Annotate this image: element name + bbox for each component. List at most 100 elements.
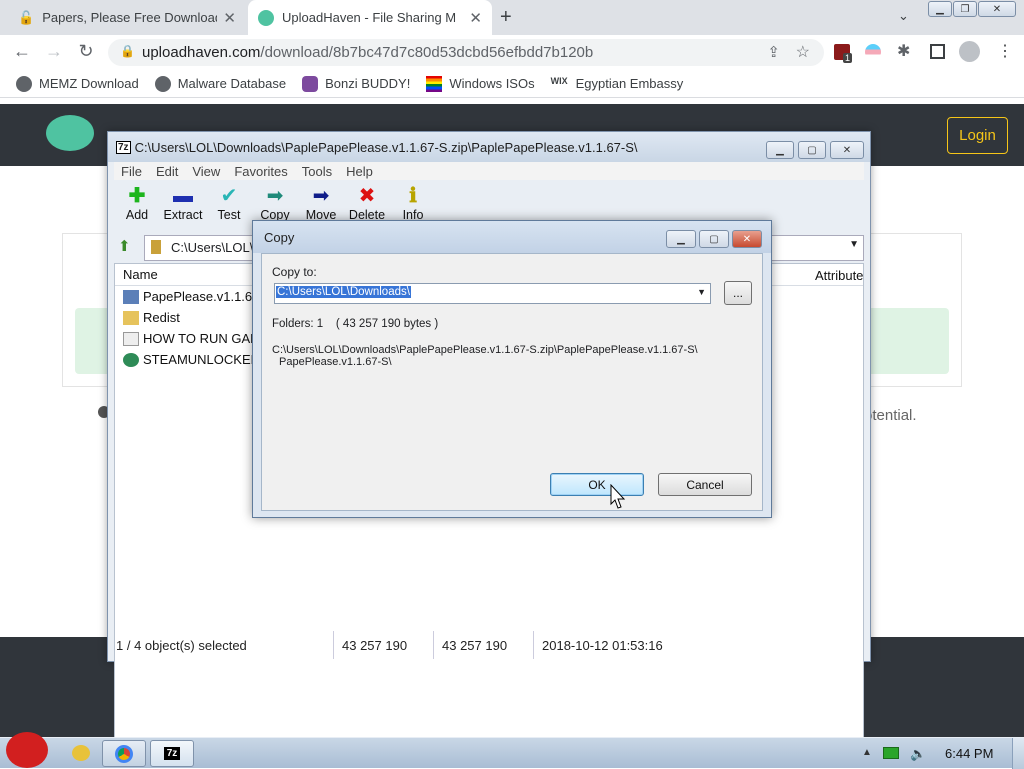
status-size: 43 257 190 [334, 631, 434, 659]
bookmark-malware-db[interactable]: Malware Database [154, 75, 287, 92]
extract-label: Extract [163, 208, 203, 222]
maximize-window-button[interactable]: ❐ [953, 1, 977, 17]
column-name[interactable]: Name [123, 267, 158, 282]
bookmark-egyptian-embassy[interactable]: WIX Egyptian Embassy [551, 76, 684, 92]
copy-arrow-icon: ➡ [266, 185, 284, 207]
tab-title: Papers, Please Free Download [42, 10, 218, 25]
bookmark-label: Bonzi BUDDY! [325, 76, 411, 91]
move-button[interactable]: ➡ Move [297, 184, 345, 222]
start-angry-bird-icon[interactable] [6, 732, 48, 768]
cancel-button[interactable]: Cancel [658, 473, 752, 496]
chrome-taskbar-button[interactable] [102, 740, 146, 767]
destination-path: C:\Users\LOL\Downloads\ [276, 286, 411, 298]
menu-kebab-icon[interactable]: ⋮ [997, 41, 1013, 61]
tray-expand-icon[interactable]: ▲ [862, 747, 872, 758]
delete-button[interactable]: ✖ Delete [343, 184, 391, 222]
menu-view[interactable]: View [192, 164, 220, 179]
copy-to-label: Copy to: [272, 265, 317, 279]
combobox-arrow-icon[interactable]: ▼ [697, 287, 706, 297]
taskbar-clock[interactable]: 6:44 PM [945, 746, 993, 761]
new-tab-button[interactable]: + [500, 6, 512, 29]
bookmark-label: Malware Database [177, 76, 287, 91]
browse-button[interactable]: ... [724, 281, 752, 305]
file-name: HOW TO RUN GAM [143, 331, 261, 346]
folder-zip-icon [151, 240, 161, 254]
address-bar[interactable]: 🔒 uploadhaven.com/download/8b7bc47d7c80d… [108, 39, 824, 66]
ok-button[interactable]: OK [550, 473, 644, 496]
menu-tools[interactable]: Tools [302, 164, 332, 179]
minimize-window-button[interactable]: ▁ [928, 1, 952, 17]
plus-icon: ✚ [128, 185, 146, 207]
menu-help[interactable]: Help [346, 164, 373, 179]
add-button[interactable]: ✚ Add [113, 184, 161, 222]
info-button[interactable]: ℹ Info [389, 184, 437, 222]
paint-icon[interactable] [72, 745, 90, 761]
show-desktop-button[interactable] [1012, 738, 1024, 769]
sevenzip-close-button[interactable]: ✕ [830, 141, 864, 159]
tab-search-icon[interactable]: ⌄ [898, 8, 909, 24]
bookmarks-bar: MEMZ Download Malware Database Bonzi BUD… [0, 70, 1024, 98]
file-name: Redist [143, 310, 180, 325]
star-icon[interactable]: ☆ [796, 42, 810, 62]
tab-title: UploadHaven - File Sharing M [282, 10, 457, 25]
extract-button[interactable]: ▬ Extract [159, 184, 207, 222]
side-panel-icon[interactable] [930, 44, 945, 59]
mouse-cursor-icon [610, 484, 626, 509]
dropdown-arrow-icon[interactable]: ▼ [849, 239, 859, 250]
sevenzip-maximize-button[interactable]: ▢ [798, 141, 826, 159]
bookmark-label: Egyptian Embassy [575, 76, 684, 91]
share-icon[interactable]: ⇪ [767, 43, 780, 61]
destination-combobox[interactable]: C:\Users\LOL\Downloads\ ▼ [274, 283, 711, 304]
test-button[interactable]: ✔ Test [205, 184, 253, 222]
test-label: Test [217, 208, 241, 222]
forward-arrow-icon[interactable]: → [42, 41, 66, 62]
sevenzip-menubar: File Edit View Favorites Tools Help [114, 162, 864, 180]
add-label: Add [125, 208, 149, 222]
sevenzip-logo-icon: 7z [116, 140, 131, 154]
check-icon: ✔ [220, 185, 238, 207]
menu-edit[interactable]: Edit [156, 164, 178, 179]
profile-avatar-icon[interactable] [959, 41, 980, 62]
column-attributes[interactable]: Attribute [815, 268, 863, 283]
dialog-minimize-button[interactable]: ▁ [666, 230, 696, 248]
flag-extension-icon[interactable] [865, 44, 881, 60]
sevenzip-taskbar-icon: 7z [163, 747, 181, 760]
bookmark-memz[interactable]: MEMZ Download [16, 75, 139, 92]
site-partial-text: otential. [864, 407, 917, 424]
copy-button[interactable]: ➡ Copy [251, 184, 299, 222]
chrome-icon [115, 744, 133, 763]
move-arrow-icon: ➡ [312, 185, 330, 207]
globe-icon [16, 75, 32, 92]
sevenzip-title: C:\Users\LOL\Downloads\PaplePapePlease.v… [134, 139, 638, 155]
menu-file[interactable]: File [121, 164, 142, 179]
info-i-icon: ℹ [409, 185, 417, 207]
bookmark-windows-isos[interactable]: Windows ISOs [426, 75, 535, 92]
close-tab-icon[interactable]: ✕ [469, 9, 482, 27]
url-domain: uploadhaven.com [142, 44, 261, 61]
bookmark-bonzi[interactable]: Bonzi BUDDY! [302, 75, 411, 92]
tab-papers-please[interactable]: 🔓 Papers, Please Free Download ✕ [8, 0, 246, 35]
browser-tab-strip: 🔓 Papers, Please Free Download ✕ UploadH… [0, 0, 1024, 35]
back-arrow-icon[interactable]: ← [10, 41, 34, 62]
lock-icon: 🔒 [120, 44, 135, 58]
close-tab-icon[interactable]: ✕ [223, 9, 236, 27]
close-window-button[interactable]: ✕ [978, 1, 1016, 17]
sevenzip-minimize-button[interactable]: ▁ [766, 141, 794, 159]
source-path-line1: C:\Users\LOL\Downloads\PaplePapePlease.v… [272, 344, 698, 356]
windows-taskbar: 7z ▲ 🔈 6:44 PM [0, 732, 1024, 769]
sevenzip-taskbar-button[interactable]: 7z [150, 740, 194, 767]
volume-icon[interactable]: 🔈 [910, 746, 926, 762]
dialog-maximize-button[interactable]: ▢ [699, 230, 729, 248]
text-file-icon [123, 331, 139, 346]
menu-favorites[interactable]: Favorites [234, 164, 287, 179]
dialog-close-button[interactable]: ✕ [732, 230, 762, 248]
reload-icon[interactable]: ↻ [74, 41, 98, 62]
battery-icon[interactable] [883, 747, 899, 759]
status-packed-size: 43 257 190 [434, 631, 534, 659]
login-button[interactable]: Login [947, 117, 1008, 154]
rainbow-flag-icon [426, 75, 443, 92]
up-folder-icon[interactable]: ⬆ [118, 237, 131, 255]
tab-uploadhaven[interactable]: UploadHaven - File Sharing M ✕ [248, 0, 492, 35]
web-link-icon [123, 352, 139, 367]
puzzle-extensions-icon[interactable]: ✱ [897, 41, 910, 61]
